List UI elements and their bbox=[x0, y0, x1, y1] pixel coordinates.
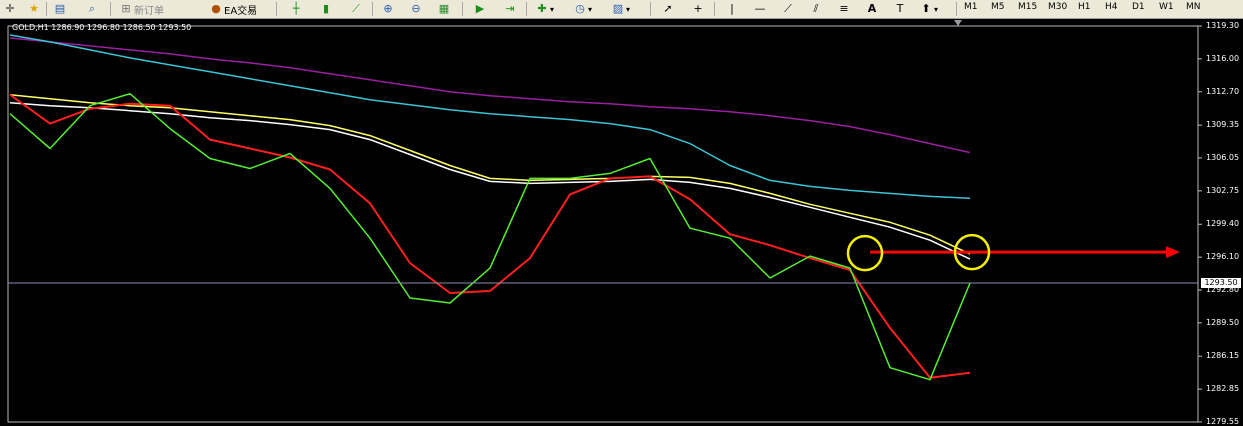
timeframe-h4[interactable]: H4 bbox=[1105, 2, 1118, 12]
toolbar: ✛ ★ ▤ ⌕ ⊞ 新订单 ● EA交易 ┼ ▮ ⟋ ⊕ ⊖ ▦ ▶ ⇥ ✚ ▾ … bbox=[0, 0, 1243, 19]
zoom-in-icon[interactable]: ⊕ bbox=[380, 1, 396, 17]
indicators-icon[interactable]: ✚ ▾ bbox=[534, 1, 554, 17]
tile-icon[interactable]: ▦ bbox=[436, 1, 452, 17]
series-line-2 bbox=[9, 34, 971, 200]
ea-trading-button[interactable]: ● EA交易 bbox=[208, 1, 257, 17]
autoscroll-icon[interactable]: ▶ bbox=[472, 1, 488, 17]
zoom-out-icon[interactable]: ⊖ bbox=[408, 1, 424, 17]
text-icon[interactable]: A bbox=[864, 1, 880, 17]
annotation-arrow-head bbox=[1166, 246, 1180, 259]
series-line-3 bbox=[9, 93, 971, 255]
ytick-label: 1312.70 bbox=[1206, 86, 1240, 96]
timeframe-h1[interactable]: H1 bbox=[1078, 2, 1091, 12]
ytick-label: 1286.15 bbox=[1206, 351, 1240, 361]
timeframe-m1[interactable]: M1 bbox=[964, 2, 978, 12]
periods-icon[interactable]: ◷ ▾ bbox=[572, 1, 592, 17]
ytick-label: 1306.05 bbox=[1206, 153, 1240, 162]
ytick-label: 1289.50 bbox=[1206, 317, 1240, 327]
symbol-label: GOLD,H1 1286.90 1296.80 1286.50 1293.50 bbox=[12, 23, 192, 32]
text-label-icon[interactable]: T bbox=[892, 1, 908, 17]
ea-trading-icon: ● bbox=[211, 2, 221, 15]
timeframe-m30[interactable]: M30 bbox=[1048, 2, 1067, 12]
zoom-chart-icon[interactable]: ⌕ bbox=[84, 1, 100, 17]
candles-icon[interactable]: ▮ bbox=[318, 1, 334, 17]
timeframe-d1[interactable]: D1 bbox=[1132, 2, 1145, 12]
bar-chart-icon[interactable]: ┼ bbox=[288, 1, 304, 17]
crosshair-icon[interactable]: ✛ bbox=[2, 1, 18, 17]
equidistant-channel-icon[interactable]: ⫽ bbox=[808, 1, 824, 17]
line-chart-icon[interactable]: ⟋ bbox=[348, 1, 364, 17]
timeframe-m15[interactable]: M15 bbox=[1018, 2, 1037, 12]
ytick-label: 1296.10 bbox=[1206, 252, 1240, 262]
arrows-icon[interactable]: ⬆ ▾ bbox=[918, 1, 938, 17]
series-line-1 bbox=[9, 37, 971, 154]
series-line-5 bbox=[9, 93, 971, 379]
ytick-label: 1302.75 bbox=[1206, 185, 1240, 195]
timeframe-m5[interactable]: M5 bbox=[991, 2, 1005, 12]
chart-area[interactable]: GOLD,H1 1286.90 1296.80 1286.50 1293.50 … bbox=[0, 19, 1243, 426]
new-order-label: 新订单 bbox=[134, 5, 164, 17]
crosshair-tool-icon[interactable]: + bbox=[690, 1, 706, 17]
chart-shift-icon[interactable]: ⇥ bbox=[502, 1, 518, 17]
price-chart bbox=[7, 20, 1202, 423]
ytick-label: 1316.00 bbox=[1206, 53, 1240, 63]
new-order-button[interactable]: ⊞ 新订单 bbox=[118, 1, 164, 17]
cursor-icon[interactable]: ➚ bbox=[660, 1, 676, 17]
favorites-icon[interactable]: ★ bbox=[26, 1, 42, 17]
trendline-icon[interactable]: ⟋ bbox=[780, 1, 796, 17]
ea-trading-label: EA交易 bbox=[224, 5, 258, 17]
timeframe-w1[interactable]: W1 bbox=[1159, 2, 1174, 12]
ytick-label: 1282.85 bbox=[1206, 384, 1240, 394]
new-order-icon: ⊞ bbox=[121, 2, 131, 15]
ytick-label: 1319.30 bbox=[1206, 21, 1240, 30]
vertical-line-icon[interactable]: | bbox=[724, 1, 740, 17]
series-line-4 bbox=[9, 101, 971, 260]
ytick-label: 1309.35 bbox=[1206, 120, 1240, 130]
horizontal-line-icon[interactable]: — bbox=[752, 1, 768, 17]
series-line-6 bbox=[9, 92, 971, 381]
ytick-label: 1299.40 bbox=[1206, 219, 1240, 229]
templates-icon[interactable]: ▨ ▾ bbox=[610, 1, 630, 17]
current-price-label: 1293.50 bbox=[1201, 278, 1241, 289]
chart-shift-marker bbox=[954, 20, 962, 26]
new-chart-icon[interactable]: ▤ bbox=[52, 1, 68, 17]
plot-frame bbox=[7, 25, 1199, 423]
fibo-icon[interactable]: ≡ bbox=[836, 1, 852, 17]
timeframe-mn[interactable]: MN bbox=[1186, 2, 1201, 12]
